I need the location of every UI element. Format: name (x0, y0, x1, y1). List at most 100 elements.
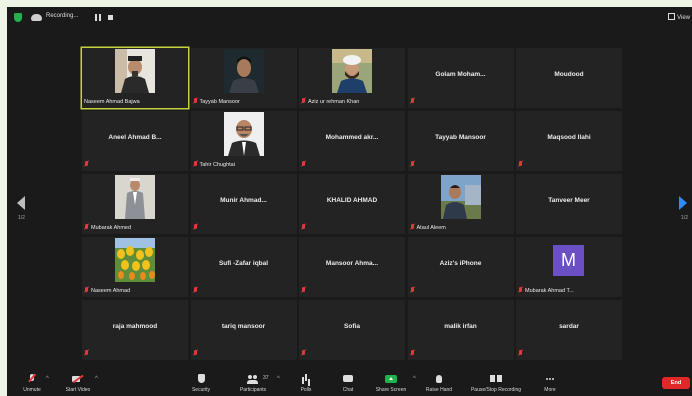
video-options-caret-icon[interactable]: ^ (95, 376, 98, 382)
participant-display-name: Tayyab Mansoor (435, 134, 486, 141)
participant-tile[interactable]: Mansoor Ahma... (299, 237, 405, 297)
participant-display-name: Sofia (344, 323, 360, 330)
participant-name-tag (301, 350, 308, 358)
start-video-button[interactable]: Start Video (63, 374, 93, 393)
participant-tile[interactable]: Mohammed akr... (299, 111, 405, 171)
start-video-label: Start Video (65, 387, 91, 393)
participant-tile[interactable]: raja mahmood (82, 300, 188, 360)
participant-tile[interactable]: malik irfan (407, 300, 514, 360)
participant-tile[interactable]: Aziz's iPhone (407, 237, 514, 297)
page-indicator-left: 1/2 (18, 215, 25, 221)
participant-tile[interactable]: Tahir Chughtai (190, 111, 297, 171)
participant-tile[interactable]: Sufi -Zafar iqbal (190, 237, 297, 297)
participant-display-name: tariq mansoor (221, 323, 266, 330)
participant-name: Mubarak Ahmad T... (525, 288, 574, 294)
participant-display-name: Mansoor Ahma... (325, 260, 379, 267)
more-dots-icon (544, 374, 556, 384)
participant-tile[interactable]: Mubarak Ahmed (82, 174, 188, 234)
muted-mic-icon (410, 224, 415, 230)
zoom-window: Recording... View 1/2 1/2 Naseem Ahmad B… (7, 7, 692, 396)
participant-tile[interactable]: Munir Ahmad... (190, 174, 297, 234)
participant-tile[interactable]: M Mubarak Ahmad T... (516, 237, 622, 297)
microphone-muted-icon (26, 374, 38, 384)
end-meeting-button[interactable]: End (662, 377, 690, 389)
next-page-arrow-icon[interactable] (679, 196, 687, 210)
security-shield-icon[interactable] (14, 13, 22, 22)
pause-stop-recording-label: Pause/Stop Recording (470, 387, 522, 393)
participant-name: Mubarak Ahmed (91, 225, 132, 231)
participant-tile[interactable]: Tanveer Meer (516, 174, 622, 234)
participant-tile[interactable]: Golam Moham... (407, 48, 514, 108)
share-options-caret-icon[interactable]: ^ (413, 376, 416, 382)
participant-tile[interactable]: sardar (516, 300, 622, 360)
participant-tile[interactable]: Aneel Ahmad B... (82, 111, 188, 171)
participant-tile[interactable]: Moudood (516, 48, 622, 108)
recording-label: Recording... (46, 13, 79, 19)
participants-options-caret-icon[interactable]: ^ (277, 376, 280, 382)
participant-video (223, 49, 264, 93)
participant-name: Naseem Ahmad (91, 288, 131, 294)
participant-tile[interactable]: KHALID AHMAD (299, 174, 405, 234)
participant-tile[interactable]: Naseem Ahmad (82, 237, 188, 297)
participant-tile[interactable]: Aziz ur rehman Khan (299, 48, 405, 108)
audio-options-caret-icon[interactable]: ^ (46, 376, 49, 382)
participant-name-tag (193, 287, 200, 295)
muted-mic-icon (301, 224, 306, 230)
muted-mic-icon (301, 161, 306, 167)
participant-display-name: Moudood (554, 71, 584, 78)
share-screen-button[interactable]: Share Screen (373, 374, 409, 393)
participant-name-tag (518, 161, 525, 169)
raise-hand-label: Raise Hand (425, 387, 453, 393)
participant-name-tag (84, 350, 91, 358)
previous-page-arrow-icon[interactable] (17, 196, 25, 210)
muted-mic-icon (193, 224, 198, 230)
more-button[interactable]: More (540, 374, 560, 393)
participant-video (115, 175, 155, 219)
participant-name-tag (301, 161, 308, 169)
security-button[interactable]: Security (187, 374, 215, 393)
pause-stop-recording-button[interactable]: Pause/Stop Recording (465, 374, 527, 393)
participant-name-tag (301, 224, 308, 232)
pause-recording-icon[interactable] (95, 14, 101, 21)
participant-display-name: Maqsood Ilahi (547, 134, 591, 141)
camera-off-icon (72, 374, 84, 384)
participant-display-name: raja mahmood (112, 323, 158, 330)
raise-hand-button[interactable]: Raise Hand (423, 374, 455, 393)
participant-name-tag: Ataul Aleem (410, 224, 446, 232)
polls-icon (300, 374, 312, 384)
muted-mic-icon (193, 350, 198, 356)
muted-mic-icon (84, 287, 89, 293)
participant-tile[interactable]: Sofia (299, 300, 405, 360)
polls-label: Polls (300, 387, 312, 393)
polls-button[interactable]: Polls (297, 374, 315, 393)
raise-hand-icon (433, 374, 445, 384)
muted-mic-icon (301, 98, 306, 104)
participant-tile[interactable]: Maqsood Ilahi (516, 111, 622, 171)
more-label: More (544, 387, 556, 393)
participants-icon (247, 374, 259, 384)
muted-mic-icon (518, 161, 523, 167)
chat-button[interactable]: Chat (339, 374, 357, 393)
participant-name-tag (410, 98, 417, 106)
participant-tile[interactable]: Tayyab Mansoor (190, 48, 297, 108)
participant-tile[interactable]: Ataul Aleem (407, 174, 514, 234)
stop-recording-icon[interactable] (108, 15, 113, 20)
participant-name-tag (410, 161, 417, 169)
participant-video (115, 238, 155, 282)
participant-name-tag (193, 350, 200, 358)
participant-tile[interactable]: Tayyab Mansoor (407, 111, 514, 171)
view-button[interactable]: View (668, 13, 690, 21)
participant-name-tag: Aziz ur rehman Khan (301, 98, 359, 106)
participant-video (332, 49, 372, 93)
unmute-button[interactable]: Unmute (19, 374, 45, 393)
participant-name-tag (410, 287, 417, 295)
participant-name-tag (410, 350, 417, 358)
participant-name-tag: Mubarak Ahmad T... (518, 287, 574, 295)
participant-name-tag: Tahir Chughtai (193, 161, 235, 169)
participant-name: Aziz ur rehman Khan (308, 99, 360, 105)
participant-name-tag (301, 287, 308, 295)
muted-mic-icon (84, 161, 89, 167)
participant-tile[interactable]: tariq mansoor (190, 300, 297, 360)
participant-tile[interactable]: Naseem Ahmad Bajwa (82, 48, 188, 108)
participant-video (115, 49, 155, 93)
